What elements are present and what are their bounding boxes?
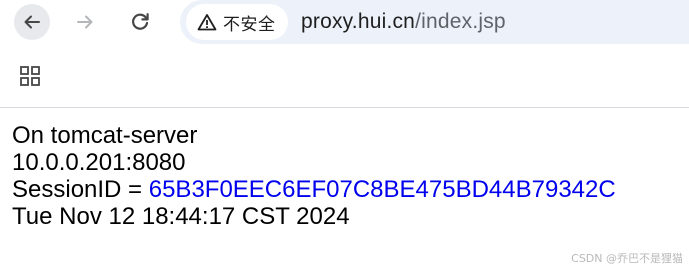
arrow-left-icon xyxy=(24,15,40,29)
reload-icon xyxy=(132,13,149,30)
session-id-link[interactable]: 65B3F0EEC6EF07C8BE475BD44B79342C xyxy=(149,176,616,203)
security-label: 不安全 xyxy=(223,14,276,35)
url-host: proxy.hui.cn xyxy=(301,10,416,33)
browser-toolbar: 不安全 proxy.hui.cn/index.jsp xyxy=(0,0,689,108)
reload-button[interactable] xyxy=(122,4,158,40)
toolbar-divider xyxy=(0,107,689,108)
watermark: CSDN @乔巴不是狸猫 xyxy=(571,252,683,265)
page-body: On tomcat-server 10.0.0.201:8080 Session… xyxy=(12,122,616,230)
warning-triangle-icon xyxy=(197,14,217,31)
timestamp-line: Tue Nov 12 18:44:17 CST 2024 xyxy=(12,203,350,230)
server-address-line: 10.0.0.201:8080 xyxy=(12,149,186,176)
url-text[interactable]: proxy.hui.cn/index.jsp xyxy=(301,8,506,36)
url-path: /index.jsp xyxy=(415,10,506,33)
forward-button[interactable] xyxy=(67,4,103,40)
back-button[interactable] xyxy=(14,4,50,40)
session-line: SessionID = 65B3F0EEC6EF07C8BE475BD44B79… xyxy=(12,176,616,203)
apps-grid-icon xyxy=(20,66,40,86)
arrow-right-icon xyxy=(77,15,93,29)
session-label: SessionID = xyxy=(12,176,149,203)
address-bar[interactable]: 不安全 proxy.hui.cn/index.jsp xyxy=(180,0,689,44)
security-indicator[interactable]: 不安全 xyxy=(186,4,288,40)
server-name-line: On tomcat-server xyxy=(12,122,198,149)
apps-button[interactable] xyxy=(14,60,46,92)
